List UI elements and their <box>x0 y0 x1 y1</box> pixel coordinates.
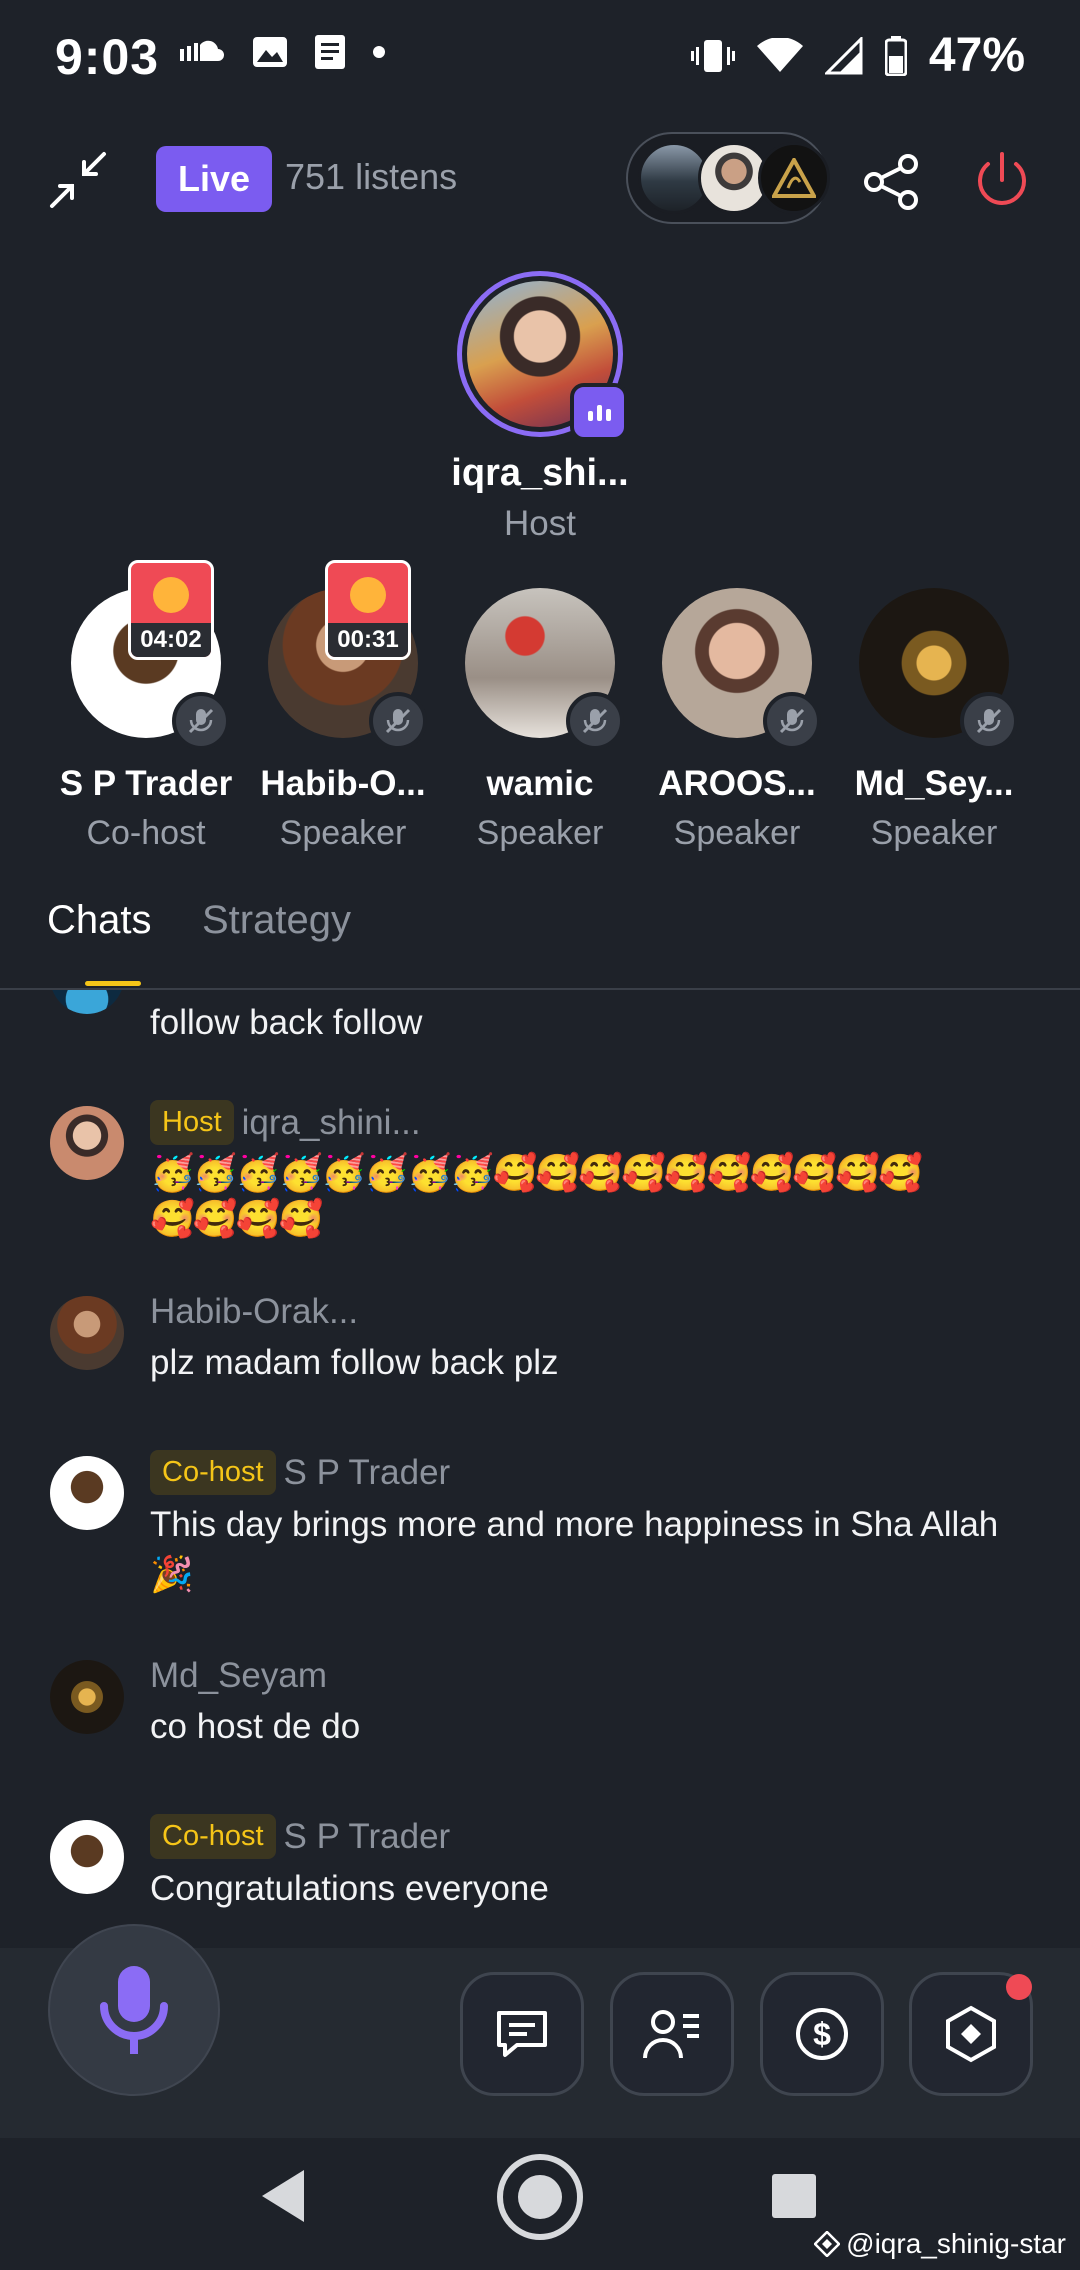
home-icon[interactable] <box>495 2152 585 2242</box>
message-header: Host iqra_shini... <box>150 1100 421 1145</box>
message-text: follow back follow <box>150 1003 423 1042</box>
cohost-tag: Co-host <box>150 1450 276 1495</box>
message-text: co host de do <box>150 1707 361 1746</box>
avatar[interactable] <box>50 1660 124 1734</box>
speaker-name: S P Trader <box>59 764 233 803</box>
share-icon[interactable] <box>862 152 922 212</box>
emoji-line: 🥳🥳🥳🥳🥳🥳🥳🥳🥰🥰🥰🥰🥰🥰🥰🥰🥰🥰 <box>150 1152 923 1193</box>
gift-box[interactable]: 04:02 <box>128 560 214 660</box>
username[interactable]: Md_Seyam <box>150 1656 327 1696</box>
back-icon[interactable] <box>258 2168 308 2224</box>
chat-button[interactable] <box>460 1972 584 2096</box>
host-role: Host <box>504 504 576 543</box>
speaker-name: Habib-O... <box>260 764 426 803</box>
speaker-role: Co-host <box>86 814 206 852</box>
status-time: 9:03 <box>55 29 160 85</box>
live-badge: Live <box>156 146 272 212</box>
mute-icon <box>763 692 821 750</box>
mic-icon <box>100 1966 168 2054</box>
mute-icon <box>172 692 230 750</box>
watermark-text: @iqra_shinig-star <box>846 2228 1066 2259</box>
participants-button[interactable] <box>610 1972 734 2096</box>
tab-chats[interactable]: Chats <box>47 898 152 943</box>
document-icon <box>315 35 345 69</box>
gift-coin-icon <box>153 577 189 613</box>
emoji-line: 🥰🥰🥰🥰 <box>150 1198 323 1239</box>
avatar[interactable] <box>50 1296 124 1370</box>
chat-icon <box>497 2011 547 2057</box>
mute-icon <box>369 692 427 750</box>
speaker-name: Md_Sey... <box>854 764 1014 803</box>
listener-count: 751 listens <box>285 156 458 197</box>
message-text: plz madam follow back plz <box>150 1343 559 1382</box>
message-text: Congratulations everyone <box>150 1869 549 1908</box>
signal-icon <box>824 36 863 74</box>
notification-icons <box>180 34 386 70</box>
mic-button[interactable] <box>48 1924 220 2096</box>
tip-button[interactable]: $ <box>760 1972 884 2096</box>
speaker-name: wamic <box>486 764 594 803</box>
host-tag: Host <box>150 1100 234 1145</box>
mute-icon <box>960 692 1018 750</box>
avatar <box>50 990 124 1014</box>
power-icon[interactable] <box>972 150 1032 212</box>
avatar[interactable] <box>50 1820 124 1894</box>
image-icon <box>253 37 287 67</box>
tab-active-indicator <box>85 981 141 986</box>
minimize-icon[interactable] <box>48 150 108 210</box>
wifi-icon <box>756 37 803 72</box>
gift-timer: 04:02 <box>131 623 211 657</box>
gift-coin-icon <box>350 577 386 613</box>
message-text: This day brings more and more happiness … <box>150 1505 999 1594</box>
notification-dot <box>1006 1974 1032 2000</box>
message-header: Co-host S P Trader <box>150 1450 450 1495</box>
status-right: 47% <box>690 28 1025 83</box>
watermark: @iqra_shinig-star <box>814 2228 1066 2260</box>
message-header: Co-host S P Trader <box>150 1814 450 1859</box>
message-text: 🥳🥳🥳🥳🥳🥳🥳🥳🥰🥰🥰🥰🥰🥰🥰🥰🥰🥰 🥰🥰🥰🥰 <box>150 1150 1010 1242</box>
cohost-tag: Co-host <box>150 1814 276 1859</box>
watermark-logo-icon <box>814 2231 841 2257</box>
avatar[interactable] <box>50 1106 124 1180</box>
speaker-role: Speaker <box>673 814 801 852</box>
gift-timer: 00:31 <box>328 623 408 657</box>
dot-icon <box>373 46 385 58</box>
battery-level: 47% <box>928 29 1025 82</box>
speaker-role: Speaker <box>279 814 407 852</box>
tip-icon: $ <box>796 2008 848 2060</box>
speaking-icon <box>570 383 628 441</box>
recents-icon[interactable] <box>770 2172 818 2220</box>
listener-avatars[interactable] <box>626 132 830 224</box>
username[interactable]: S P Trader <box>284 1453 451 1493</box>
avatar <box>758 142 830 214</box>
username[interactable]: iqra_shini... <box>242 1103 421 1143</box>
gift-box[interactable]: 00:31 <box>325 560 411 660</box>
message-header: Habib-Orak... <box>150 1292 358 1332</box>
cloud-icon <box>180 40 224 61</box>
username[interactable]: S P Trader <box>284 1817 451 1857</box>
battery-icon <box>884 35 907 76</box>
chat-list[interactable]: follow back follow Host iqra_shini... 🥳🥳… <box>0 990 1080 1940</box>
username[interactable]: Habib-Orak... <box>150 1292 358 1332</box>
vibrate-icon <box>690 39 735 72</box>
participants-icon <box>643 2010 699 2059</box>
tab-strategy[interactable]: Strategy <box>202 898 351 943</box>
hexagon-icon <box>946 2005 996 2063</box>
svg-text:$: $ <box>813 2016 831 2052</box>
host-name[interactable]: iqra_shi... <box>0 452 1080 495</box>
speaker-role: Speaker <box>870 814 998 852</box>
avatar[interactable] <box>50 1456 124 1530</box>
message-header: Md_Seyam <box>150 1656 327 1696</box>
mute-icon <box>566 692 624 750</box>
speaker-role: Speaker <box>476 814 604 852</box>
speaker-name: AROOS... <box>658 764 816 803</box>
